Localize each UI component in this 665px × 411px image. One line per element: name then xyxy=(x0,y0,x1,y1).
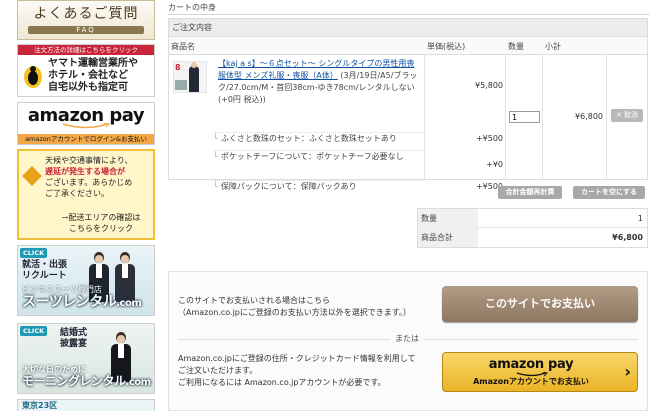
suit-rental-logo: スーツレンタル.com xyxy=(22,294,142,310)
order-table: ご注文内容 商品名 単価(税込) 数量 小計 8 【kaj a s】～６点セット… xyxy=(168,18,648,191)
notice-line2: 遅延が発生する場合が xyxy=(45,166,125,176)
or-label: または xyxy=(390,333,424,344)
page-title: カートの中身 xyxy=(168,3,216,12)
amazon-pay-text1: Amazon.co.jpにご登録の住所・クレジットカード情報を利用して xyxy=(178,354,416,363)
option-price: +¥0 xyxy=(486,160,503,169)
option-label: 保障パックについて：保障パックあり xyxy=(220,182,357,191)
faq-banner[interactable]: よくあるご質問 FAQ xyxy=(17,0,155,40)
site-pay-text: このサイトでお支払いされる場合はこちら xyxy=(178,296,330,305)
empty-cart-button[interactable]: カートを空にする xyxy=(573,186,645,199)
suit-line2: リクルート xyxy=(22,271,67,281)
option-label: ふくさと数珠のセット：ふくさと数珠セットあり xyxy=(220,134,397,143)
column-unit-price: 単価(税込) xyxy=(427,42,466,51)
amazon-pay-banner-bar: amazonアカウントでログイン&お支払い xyxy=(18,134,154,144)
amazon-pay-button-sub: Amazonアカウントでお支払い xyxy=(473,377,589,386)
order-section-header: ご注文内容 xyxy=(169,19,647,37)
item-subtotal: ¥6,800 xyxy=(575,112,603,121)
morning-line2: 披露宴 xyxy=(60,339,88,349)
amazon-pay-text3: ご利用になるには Amazon.co.jpアカウントが必要です。 xyxy=(178,378,386,387)
morning-line1: 結婚式 xyxy=(60,328,88,338)
notice-link-line2: こちらをクリック xyxy=(69,224,133,233)
amazon-pay-banner[interactable]: amazon pay amazonアカウントでログイン&お支払い xyxy=(17,102,155,145)
morning-click-badge: CLICK xyxy=(20,326,48,336)
morning-rental-logo: モーニングレンタル.com xyxy=(22,374,151,388)
unit-price: ¥5,800 xyxy=(475,81,503,90)
option-row: └ 保障パックについて：保障パックあり xyxy=(213,180,424,193)
order-table-header: 商品名 単価(税込) 数量 小計 xyxy=(169,37,647,55)
option-price: +¥500 xyxy=(475,182,503,191)
option-price: +¥500 xyxy=(475,134,503,143)
yamato-line3: 自宅以外も指定可 xyxy=(48,82,128,93)
product-thumbnail[interactable]: 8 xyxy=(173,61,207,93)
thumbnail-number: 8 xyxy=(175,63,181,72)
totals-qty-label: 数量 xyxy=(418,209,478,228)
or-separator: または xyxy=(178,333,638,345)
tokyo-area-label: 東京23区 xyxy=(22,401,58,410)
notice-line4: ご了承ください。 xyxy=(45,189,109,198)
amazon-pay-logo: amazon pay xyxy=(27,105,145,126)
chevron-right-icon: › xyxy=(624,362,631,381)
totals-sum-value: ¥6,800 xyxy=(612,233,643,242)
suit-click-badge: CLICK xyxy=(20,248,48,258)
totals-sum-label: 商品合計 xyxy=(418,228,478,247)
remove-item-button[interactable]: ✕ 取消 xyxy=(611,109,643,122)
amazon-pay-button-logo: amazon pay xyxy=(488,357,574,372)
cart-totals: 数量 1 商品合計 ¥6,800 xyxy=(417,208,648,248)
site-pay-note: （Amazon.co.jpにご登録のお支払い方法以外を選択できます。） xyxy=(178,308,411,317)
suit-rental-banner[interactable]: CLICK 就活・出張 リクルート ビジネススーツ専門店 スーツレンタル.com xyxy=(17,245,155,316)
totals-sum-row: 商品合計 ¥6,800 xyxy=(418,228,647,247)
yamato-banner[interactable]: 注文方法の詳細はこちらをクリック ヤマト運輸営業所や ホテル・会社など 自宅以外… xyxy=(17,44,155,97)
notice-line1: 天候や交通事情により、 xyxy=(45,156,133,165)
option-row: └ ふくさと数珠のセット：ふくさと数珠セットあり xyxy=(213,132,424,145)
payment-options: このサイトでお支払いされる場合はこちら （Amazon.co.jpにご登録のお支… xyxy=(168,271,648,411)
yamato-line2: ホテル・会社など xyxy=(48,70,128,81)
suit-line1: 就活・出張 xyxy=(22,260,68,270)
notice-line3: ございます。あらかじめ xyxy=(45,178,133,187)
notice-link-line1: →配送エリアの確認は xyxy=(61,213,141,222)
option-row: └ ポケットチーフについて：ポケットチーフ必要なし xyxy=(213,150,424,163)
morning-rental-banner[interactable]: CLICK 結婚式 披露宴 大切な日のために モーニングレンタル.com xyxy=(17,323,155,394)
column-product-name: 商品名 xyxy=(171,42,195,51)
totals-qty-row: 数量 1 xyxy=(418,209,647,228)
tokyo-area-banner[interactable]: 東京23区 xyxy=(17,399,155,411)
column-quantity: 数量 xyxy=(508,42,524,51)
table-row: 8 【kaj a s】～６点セット～ シングルタイプの男性用喪服体型 メンズ礼服… xyxy=(169,56,647,191)
quantity-input[interactable] xyxy=(509,111,540,123)
faq-title: よくあるご質問 xyxy=(33,6,139,22)
column-subtotal: 小計 xyxy=(545,42,561,51)
delivery-notice-banner[interactable]: 天候や交通事情により、 遅延が発生する場合が ございます。あらかじめ ご了承くだ… xyxy=(17,149,155,240)
option-label: ポケットチーフについて：ポケットチーフ必要なし xyxy=(220,152,404,161)
notice-pin-icon xyxy=(22,166,42,186)
recalculate-button[interactable]: 合計金額再計算 xyxy=(498,186,562,199)
amazon-pay-text2: ご注文いただけます。 xyxy=(178,366,258,375)
yamato-cat-icon xyxy=(24,66,42,88)
amazon-pay-button[interactable]: amazon pay Amazonアカウントでお支払い › xyxy=(442,352,638,392)
site-pay-button[interactable]: このサイトでお支払い xyxy=(442,286,638,322)
yamato-banner-header: 注文方法の詳細はこちらをクリック xyxy=(18,45,154,55)
totals-qty-value: 1 xyxy=(637,214,643,223)
yamato-line1: ヤマト運輸営業所や xyxy=(48,58,138,69)
faq-subtitle: FAQ xyxy=(28,26,144,34)
title-divider xyxy=(168,14,650,15)
